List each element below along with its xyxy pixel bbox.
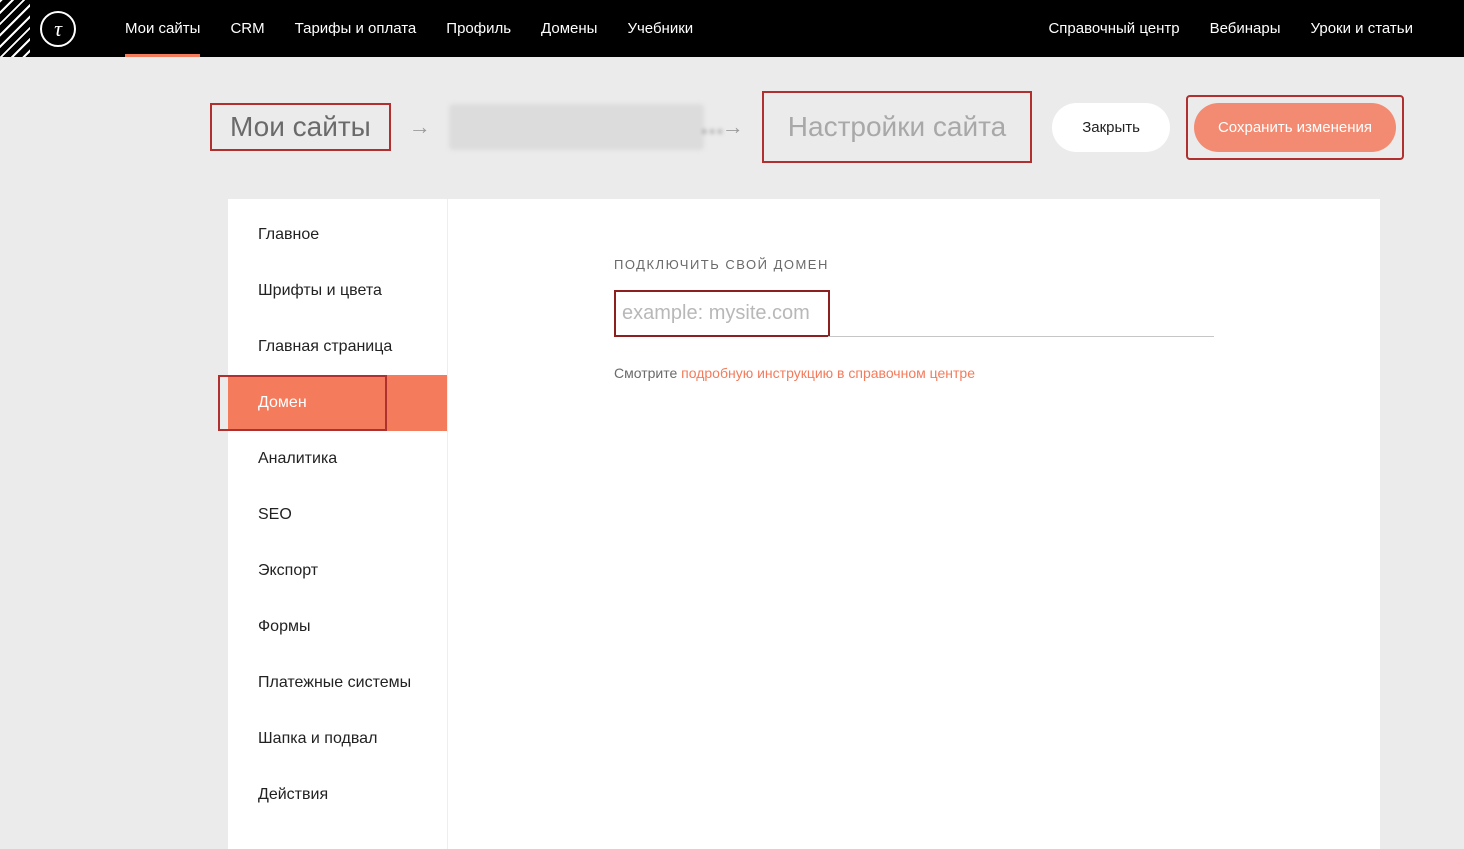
nav-profile[interactable]: Профиль (431, 0, 526, 57)
side-seo[interactable]: SEO (228, 487, 447, 543)
settings-panel: ГлавноеШрифты и цветаГлавная страницаДом… (228, 199, 1380, 849)
domain-input-highlight (614, 290, 830, 337)
side-payments[interactable]: Платежные системы (228, 655, 447, 711)
domain-hint: Смотрите подробную инструкцию в справочн… (614, 365, 1380, 381)
settings-main: ПОДКЛЮЧИТЬ СВОЙ ДОМЕН Смотрите подробную… (448, 199, 1380, 849)
breadcrumb-site-name[interactable] (449, 104, 704, 150)
topbar-left: τ Мои сайтыCRMТарифы и оплатаПрофильДоме… (0, 0, 708, 57)
settings-sidebar: ГлавноеШрифты и цветаГлавная страницаДом… (228, 199, 448, 849)
nav-crm[interactable]: CRM (215, 0, 279, 57)
side-home-page[interactable]: Главная страница (228, 319, 447, 375)
nav-my-sites[interactable]: Мои сайты (110, 0, 215, 57)
subheader: Мои сайты → → Настройки сайта Закрыть Со… (0, 57, 1464, 199)
breadcrumb-settings: Настройки сайта (762, 91, 1032, 163)
nav-tutorials[interactable]: Учебники (612, 0, 708, 57)
side-forms[interactable]: Формы (228, 599, 447, 655)
hint-prefix: Смотрите (614, 365, 681, 381)
input-underline (828, 336, 1214, 337)
domain-input[interactable] (622, 302, 822, 325)
save-button[interactable]: Сохранить изменения (1194, 103, 1396, 152)
topbar: τ Мои сайтыCRMТарифы и оплатаПрофильДоме… (0, 0, 1464, 57)
arrow-right-icon: → (722, 114, 744, 140)
breadcrumb-my-sites[interactable]: Мои сайты (210, 103, 391, 151)
arrow-right-icon: → (409, 114, 431, 140)
nav-pricing[interactable]: Тарифы и оплата (280, 0, 432, 57)
domain-input-row (614, 290, 1380, 337)
side-actions[interactable]: Действия (228, 767, 447, 823)
nav-domains[interactable]: Домены (526, 0, 612, 57)
save-button-highlight: Сохранить изменения (1186, 95, 1404, 160)
side-domain[interactable]: Домен (228, 375, 447, 431)
side-header-footer[interactable]: Шапка и подвал (228, 711, 447, 767)
domain-field-label: ПОДКЛЮЧИТЬ СВОЙ ДОМЕН (614, 257, 1380, 272)
breadcrumb: Мои сайты → → Настройки сайта (210, 91, 1032, 163)
action-buttons: Закрыть Сохранить изменения (1052, 95, 1404, 160)
close-button[interactable]: Закрыть (1052, 103, 1170, 152)
side-main[interactable]: Главное (228, 207, 447, 263)
nav-webinars[interactable]: Вебинары (1195, 0, 1296, 57)
nav-lessons[interactable]: Уроки и статьи (1296, 0, 1428, 57)
side-analytics[interactable]: Аналитика (228, 431, 447, 487)
nav-right: Справочный центрВебинарыУроки и статьи (1033, 0, 1428, 57)
wave-decoration (0, 0, 30, 57)
side-fonts-colors[interactable]: Шрифты и цвета (228, 263, 447, 319)
side-export[interactable]: Экспорт (228, 543, 447, 599)
nav-left: Мои сайтыCRMТарифы и оплатаПрофильДомены… (110, 0, 708, 57)
hint-link[interactable]: подробную инструкцию в справочном центре (681, 365, 975, 381)
logo[interactable]: τ (40, 11, 76, 47)
nav-help-center[interactable]: Справочный центр (1033, 0, 1194, 57)
